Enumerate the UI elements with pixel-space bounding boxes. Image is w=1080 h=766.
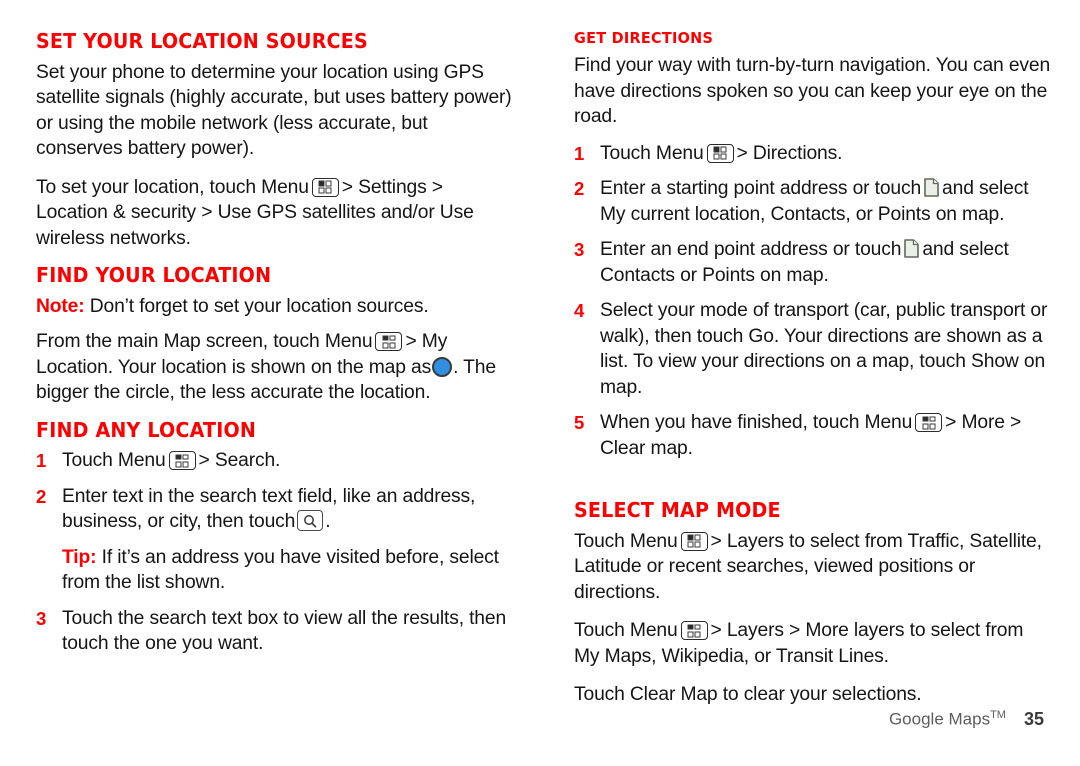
footer-product-name: Google MapsTM [888,709,1006,729]
find-location-paragraph: From the main Map screen, touch Menu > My… [36,329,518,406]
tip-text: If it’s an address you have visited befo… [62,546,499,594]
step-text-before-icon: Touch Menu [62,450,166,472]
step-text-after-icon: . [325,511,331,533]
note-text: Don’t forget to set your location source… [89,295,429,317]
list-item-tip: Tip: If it’s an address you have visited… [36,545,518,596]
section-heading-get-directions: GET DIRECTIONS [574,29,714,47]
menu-key-icon[interactable] [311,177,339,197]
text-before-menu-icon: Touch Menu [574,620,678,642]
step-number: 2 [574,178,585,200]
menu-key-icon[interactable] [680,621,708,641]
left-column: SET YOUR LOCATION SOURCES Set your phone… [36,30,518,669]
find-any-location-steps: 1 Touch Menu > Search. 2 Enter text in th… [36,448,518,657]
text-before-menu-icon: Touch Menu [574,530,678,552]
select-map-mode-paragraph-3: Touch Clear Map to clear your selections… [574,684,922,706]
section-heading-select-map-mode: SELECT MAP MODE [574,498,781,523]
step-text: Touch the search text box to view all th… [62,607,507,655]
trademark-symbol: TM [990,709,1006,722]
step-number: 3 [574,239,585,261]
set-location-sources-paragraph: Set your phone to determine your locatio… [36,61,512,160]
list-item: 3 Touch the search text box to view all … [36,606,518,657]
menu-key-icon[interactable] [680,531,708,551]
step-text-after-icon: > Search. [198,450,281,472]
step-number: 2 [36,485,47,507]
get-directions-paragraph: Find your way with turn-by-turn navigati… [574,55,1051,128]
page-picker-icon[interactable] [924,178,939,197]
list-item: 2 Enter text in the search text field, l… [36,484,518,535]
step-text-after-icon: > Directions. [736,142,843,164]
menu-key-icon[interactable] [706,143,734,163]
step-number: 1 [574,142,585,164]
step-text-before-icon: Enter a starting point address or touch [600,178,922,200]
list-item: 1 Touch Menu > Directions. [574,141,1052,167]
step-text-before-icon: When you have finished, touch Menu [600,412,913,434]
tip-label: Tip: [62,546,97,568]
step-number: 3 [36,607,47,629]
list-item: 5 When you have finished, touch Menu > Mo… [574,410,1052,461]
select-map-mode-paragraph-2: Touch Menu > Layers > More layers to sele… [574,618,1052,669]
section-heading-set-location-sources: SET YOUR LOCATION SOURCES [36,29,368,53]
menu-key-icon[interactable] [375,332,403,352]
search-key-icon[interactable] [297,510,324,532]
page-picker-icon[interactable] [904,239,920,258]
section-heading-find-your-location: FIND YOUR LOCATION [36,263,272,288]
find-location-note: Note: Don’t forget to set your location … [36,294,518,320]
text-before-menu-icon: To set your location, touch Menu [36,176,309,198]
get-directions-steps: 1 Touch Menu > Directions. 2 Enter a star… [574,141,1052,462]
section-heading-find-any-location: FIND ANY LOCATION [36,417,257,442]
text-before-menu-icon: From the main Map screen, touch Menu [36,331,373,353]
right-column: GET DIRECTIONS Find your way with turn-b… [574,29,1052,721]
menu-key-icon[interactable] [915,413,943,433]
step-text: Select your mode of transport (car, publ… [600,300,1048,398]
manual-page: SET YOUR LOCATION SOURCES Set your phone… [0,0,1080,766]
step-text-before-icon: Enter text in the search text field, lik… [62,485,476,533]
step-text-before-icon: Enter an end point address or touch [600,239,902,261]
my-location-dot-icon [432,356,453,377]
step-text-before-icon: Touch Menu [600,142,704,164]
page-footer: Google MapsTM 35 [889,709,1044,730]
menu-key-icon[interactable] [168,451,196,471]
note-label: Note: [36,295,85,317]
list-item: 2 Enter a starting point address or touc… [574,176,1052,227]
list-item: 3 Enter an end point address or touch and… [574,237,1052,288]
select-map-mode-paragraph-1: Touch Menu > Layers to select from Traffi… [574,529,1052,606]
set-location-sources-steps-paragraph: To set your location, touch Menu > Settin… [36,175,518,252]
step-number: 4 [574,300,585,322]
list-item: 1 Touch Menu > Search. [36,448,518,474]
step-number: 1 [36,450,47,472]
list-item: 4 Select your mode of transport (car, pu… [574,298,1052,400]
step-number: 5 [574,412,585,434]
page-number: 35 [1023,709,1044,729]
